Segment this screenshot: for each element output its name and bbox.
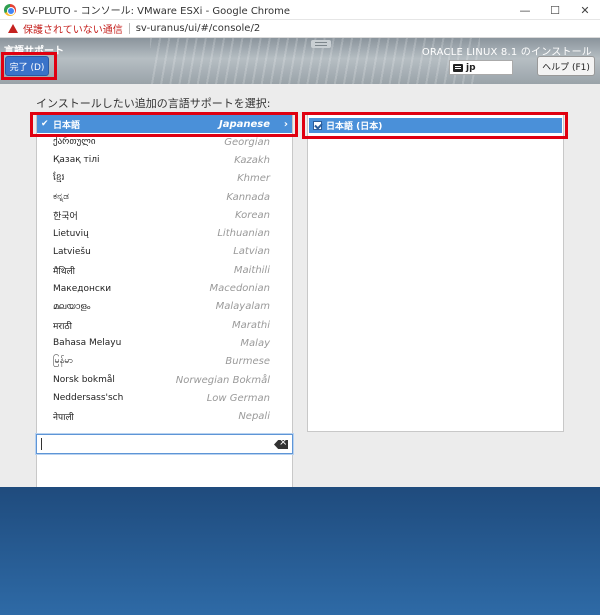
warning-icon[interactable] <box>8 24 18 33</box>
window-title: SV-PLUTO - コンソール: VMware ESXi - Google C… <box>22 6 291 17</box>
security-warning[interactable]: 保護されていない通信 <box>23 21 123 36</box>
language-native-name: മലയാളം <box>53 301 91 312</box>
language-native-name: Lietuvių <box>53 228 89 239</box>
language-row[interactable]: Neddersass'sch Low German <box>37 389 292 407</box>
highlight-locale-row <box>302 112 568 139</box>
language-native-name: 한국어 <box>53 211 78 222</box>
address-separator <box>128 23 130 34</box>
backspace-clear-icon[interactable] <box>274 440 288 449</box>
url-text[interactable]: sv-uranus/ui/#/console/2 <box>136 23 260 34</box>
language-native-name: Latviešu <box>53 246 91 257</box>
language-english-name: Malayalam <box>215 301 270 313</box>
language-english-name: Kazakh <box>234 154 270 166</box>
language-prompt: インストールしたい追加の言語サポートを選択: <box>36 97 271 110</box>
language-native-name: Қазақ тілі <box>53 155 100 166</box>
language-row[interactable]: Қазақ тілі Kazakh <box>37 151 292 169</box>
chrome-icon <box>4 3 16 16</box>
language-row[interactable]: मैथिली Maithili <box>37 261 292 279</box>
address-bar[interactable]: 保護されていない通信 sv-uranus/ui/#/console/2 <box>0 20 600 38</box>
installer-footer <box>0 487 600 615</box>
text-caret <box>41 438 42 450</box>
keyboard-layout-label: jp <box>466 62 476 73</box>
language-english-name: Khmer <box>237 173 270 185</box>
maximize-button[interactable]: ☐ <box>540 0 570 20</box>
language-native-name: ქართული <box>53 137 96 148</box>
language-english-name: Low German <box>206 392 270 404</box>
browser-title-bar: SV-PLUTO - コンソール: VMware ESXi - Google C… <box>0 0 600 20</box>
language-native-name: ಕನ್ನಡ <box>53 192 70 203</box>
language-native-name: Bahasa Melayu <box>53 338 122 349</box>
language-english-name: Maithili <box>233 264 270 276</box>
language-row[interactable]: मराठी Marathi <box>37 316 292 334</box>
language-native-name: मैथिली <box>53 266 75 277</box>
language-english-name: Nepali <box>238 411 270 423</box>
language-english-name: Macedonian <box>209 283 270 295</box>
language-native-name: ខ្មែរ <box>53 173 65 184</box>
language-search-input[interactable] <box>36 434 293 454</box>
language-native-name: Македонски <box>53 283 112 294</box>
minimize-button[interactable]: — <box>510 0 540 20</box>
close-button[interactable]: ✕ <box>570 0 600 20</box>
language-english-name: Latvian <box>233 246 270 258</box>
locale-list[interactable]: 日本語 (日本) <box>307 114 564 432</box>
highlight-selected-language <box>30 112 298 137</box>
language-english-name: Norwegian Bokmål <box>175 374 270 386</box>
help-button[interactable]: ヘルプ (F1) <box>537 56 595 76</box>
language-row[interactable]: 한국어 Korean <box>37 206 292 224</box>
language-native-name: Norsk bokmål <box>53 375 115 385</box>
language-english-name: Marathi <box>231 319 270 331</box>
language-english-name: Lithuanian <box>217 228 270 240</box>
language-row[interactable]: Bahasa Melayu Malay <box>37 334 292 352</box>
language-row[interactable]: Македонски Macedonian <box>37 279 292 297</box>
language-row[interactable]: မြန်မာ Burmese <box>37 353 292 371</box>
language-native-name: मराठी <box>53 321 72 332</box>
language-row[interactable]: नेपाली Nepali <box>37 407 292 425</box>
main-content: インストールしたい追加の言語サポートを選択: ✔ 日本語 Japanese › ქართ… <box>0 84 600 512</box>
console-toolbar-grip-icon[interactable] <box>311 40 331 48</box>
language-english-name: Kannada <box>226 191 270 203</box>
language-row[interactable]: ខ្មែរ Khmer <box>37 170 292 188</box>
language-row[interactable]: മലയാളം Malayalam <box>37 298 292 316</box>
installer-header: 言語サポート 完了 (D) ORACLE LINUX 8.1 のインストール j… <box>0 38 600 84</box>
language-row[interactable]: Norsk bokmål Norwegian Bokmål <box>37 371 292 389</box>
keyboard-icon <box>453 63 463 72</box>
language-native-name: Neddersass'sch <box>53 393 124 404</box>
language-english-name: Malay <box>240 337 270 349</box>
keyboard-layout-indicator[interactable]: jp <box>449 60 513 75</box>
language-row[interactable]: Lietuvių Lithuanian <box>37 224 292 242</box>
language-native-name: မြန်မာ <box>53 356 74 367</box>
language-native-name: नेपाली <box>53 413 74 424</box>
window-controls: — ☐ ✕ <box>510 0 600 20</box>
highlight-done-button <box>1 52 57 80</box>
language-row[interactable]: Latviešu Latvian <box>37 243 292 261</box>
language-english-name: Burmese <box>225 356 270 368</box>
language-row[interactable]: ಕನ್ನಡ Kannada <box>37 188 292 206</box>
language-english-name: Korean <box>234 209 270 221</box>
language-english-name: Georgian <box>224 136 270 148</box>
